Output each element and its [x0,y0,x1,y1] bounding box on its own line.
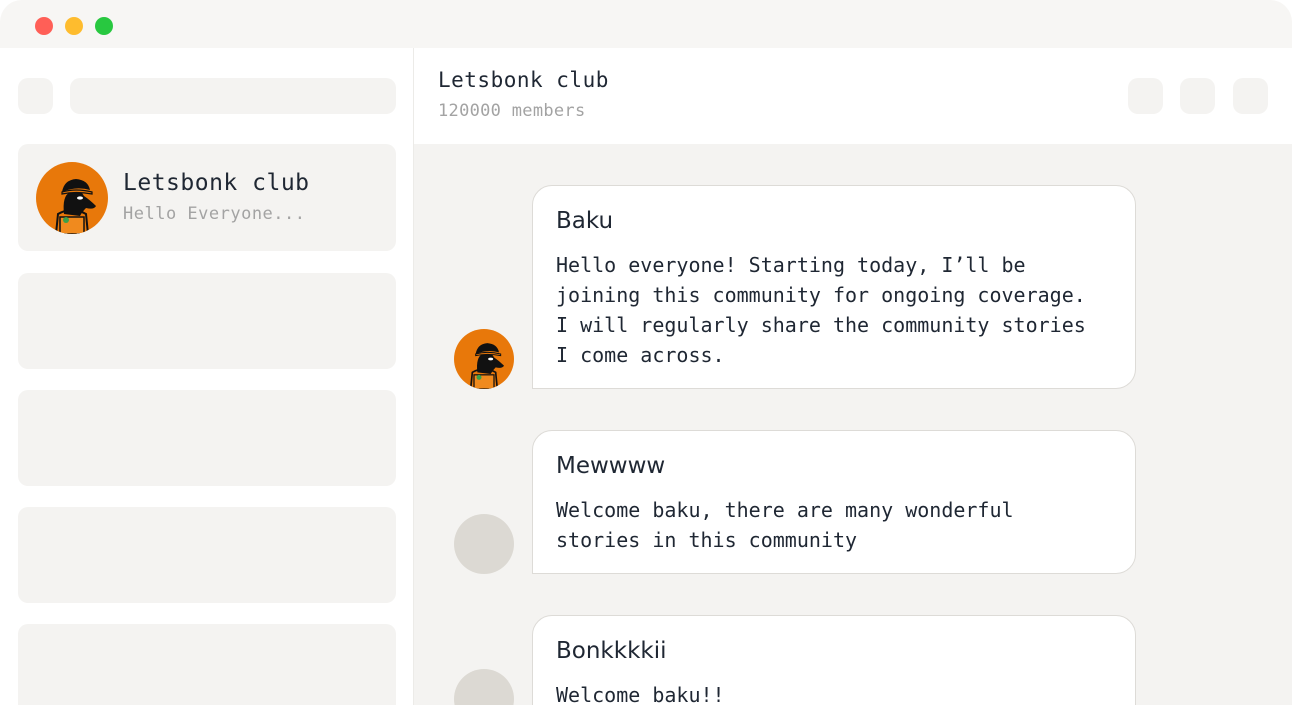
message-author: Bonkkkkii [556,638,667,664]
message-author: Baku [556,208,614,234]
message-bubble: Mewwww Welcome baku, there are many wond… [532,430,1136,574]
avatar[interactable] [454,669,514,705]
dog-mascot-icon [469,343,504,389]
chat-item-placeholder[interactable] [18,507,396,603]
maximize-window-button[interactable] [95,17,113,35]
member-count: 120000 members [438,101,586,121]
close-window-button[interactable] [35,17,53,35]
header-action-button[interactable] [1180,78,1215,114]
dog-mascot-icon [54,179,96,234]
chat-item-letsbonk-club[interactable]: Letsbonk club Hello Everyone... [18,144,396,251]
message-text: Welcome baku!! [556,683,725,705]
chat-header: Letsbonk club 120000 members [414,48,1292,144]
chat-title: Letsbonk club [438,68,609,92]
avatar[interactable] [454,514,514,574]
message-text: Hello everyone! Starting today, I’ll be … [556,253,1086,367]
sidebar: Letsbonk club Hello Everyone... [0,48,414,705]
minimize-window-button[interactable] [65,17,83,35]
chat-panel: Letsbonk club 120000 members Baku Hello … [414,48,1292,705]
header-action-button[interactable] [1233,78,1268,114]
letsbonk-avatar [36,162,108,234]
header-action-button[interactable] [1128,78,1163,114]
message-text: Welcome baku, there are many wonderful s… [556,498,1014,552]
message-bubble: Bonkkkkii Welcome baku!! [532,615,1136,705]
menu-button[interactable] [18,78,53,114]
avatar[interactable] [454,329,514,389]
chat-item-placeholder[interactable] [18,624,396,705]
chat-item-placeholder[interactable] [18,273,396,369]
chat-item-preview: Hello Everyone... [123,204,306,224]
message-bubble: Baku Hello everyone! Starting today, I’l… [532,185,1136,389]
message-author: Mewwww [556,453,666,479]
search-input[interactable] [70,78,396,114]
app-window: Letsbonk club Hello Everyone... Letsbonk… [0,0,1292,705]
title-bar [0,0,1292,48]
chat-item-title: Letsbonk club [123,170,310,196]
chat-item-placeholder[interactable] [18,390,396,486]
